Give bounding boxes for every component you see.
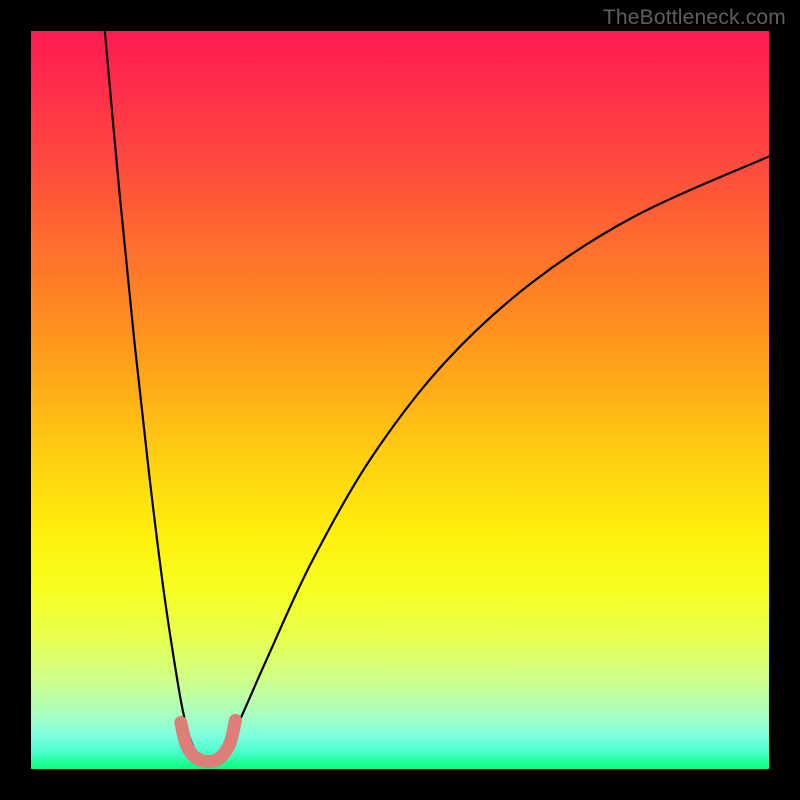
curve-left-branch xyxy=(105,31,208,762)
watermark-text: TheBottleneck.com xyxy=(603,6,786,30)
notch-marker xyxy=(181,720,236,761)
outer-frame: TheBottleneck.com xyxy=(0,0,800,800)
curve-layer xyxy=(31,31,769,769)
curve-right-branch xyxy=(208,156,769,761)
plot-area xyxy=(31,31,769,769)
